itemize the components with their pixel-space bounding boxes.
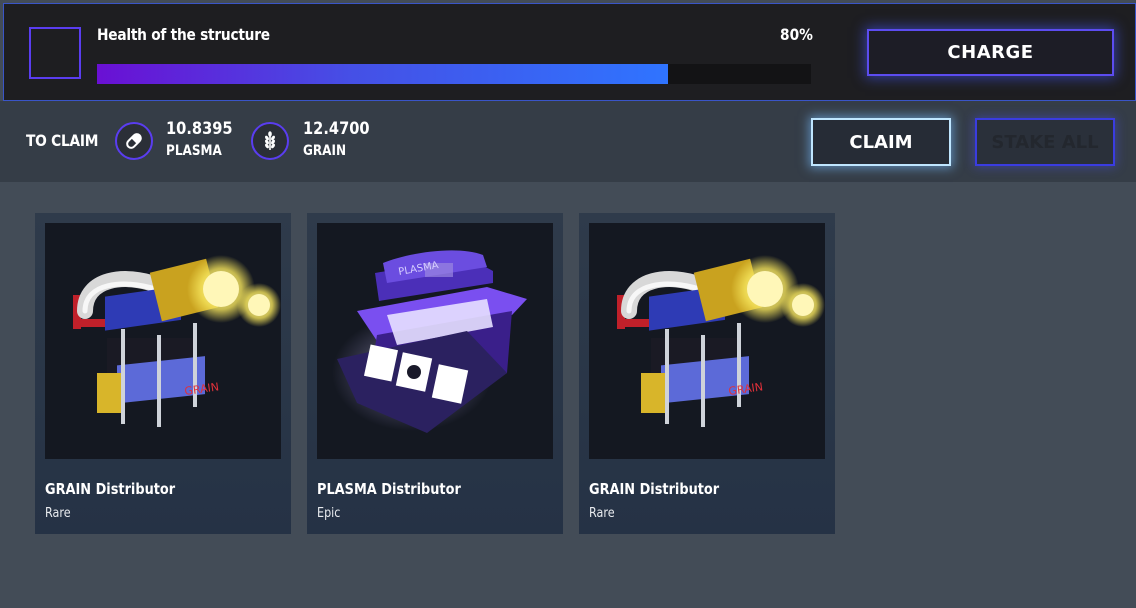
to-claim-label: TO CLAIM — [26, 131, 99, 150]
grain-distributor-image: GRAIN — [45, 223, 281, 459]
pill-icon — [115, 122, 153, 160]
health-bar-fill — [97, 64, 669, 84]
health-bar — [97, 64, 811, 84]
structure-health-panel: Health of the structure 80% CHARGE — [3, 3, 1136, 101]
charge-button[interactable]: CHARGE — [867, 29, 1114, 76]
plasma-distributor-image: PLASMA — [317, 223, 553, 459]
stake-all-button[interactable]: STAKE ALL — [975, 118, 1115, 166]
plasma-amount: 10.8395 — [166, 119, 233, 139]
claim-button[interactable]: CLAIM — [811, 118, 951, 166]
structure-card[interactable]: GRAIN GRAIN Distributor Rare — [579, 213, 835, 534]
wheat-icon — [251, 122, 289, 160]
health-label: Health of the structure — [97, 25, 270, 44]
grain-amount: 12.4700 — [303, 119, 370, 139]
card-title: GRAIN Distributor — [589, 480, 720, 498]
card-title: PLASMA Distributor — [317, 480, 461, 498]
card-rarity: Epic — [317, 506, 341, 521]
structure-card-grid: GRAIN GRAIN Distributor Rare PLASMA PLAS… — [35, 213, 935, 535]
structure-card[interactable]: PLASMA PLASMA Distributor Epic — [307, 213, 563, 534]
card-rarity: Rare — [589, 506, 615, 521]
structure-card[interactable]: GRAIN GRAIN Distributor Rare — [35, 213, 291, 534]
claim-strip: TO CLAIM 10.8395 PLASMA 12.4700 GRAIN CL… — [0, 101, 1136, 182]
plasma-label: PLASMA — [166, 143, 222, 159]
card-title: GRAIN Distributor — [45, 480, 176, 498]
grain-label: GRAIN — [303, 143, 347, 159]
card-rarity: Rare — [45, 506, 71, 521]
structure-thumbnail — [29, 27, 81, 79]
health-percent: 80% — [780, 25, 813, 44]
grain-distributor-image: GRAIN — [589, 223, 825, 459]
